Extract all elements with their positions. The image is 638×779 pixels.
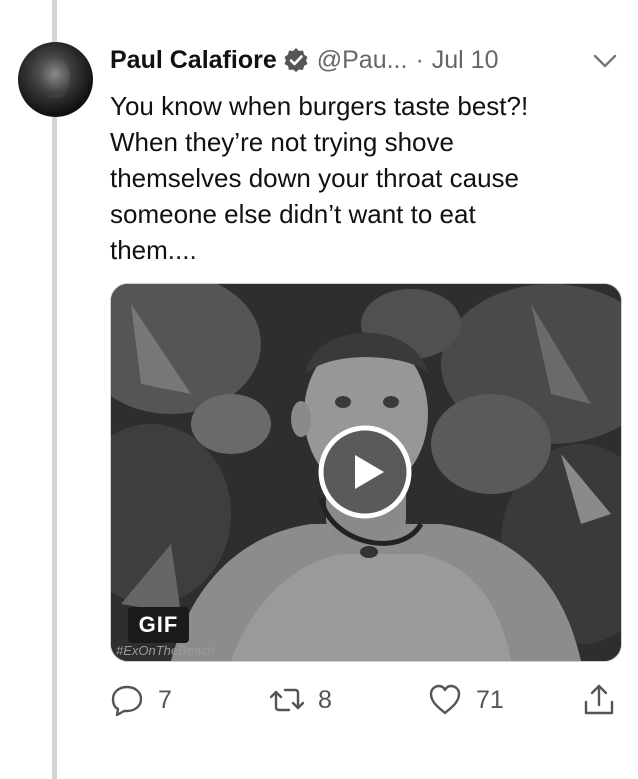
tweet-actions: 7 8 71 <box>110 680 630 720</box>
verified-badge-icon <box>284 48 308 72</box>
retweet-icon <box>270 688 304 712</box>
reply-icon <box>111 685 143 717</box>
tweet-text-line: When they’re not trying shove <box>110 127 454 157</box>
share-button[interactable] <box>582 680 616 720</box>
tweet-text: You know when burgers taste best?! When … <box>110 88 610 268</box>
tweet-text-line: You know when burgers taste best?! <box>110 91 529 121</box>
media-watermark: #ExOnTheBeach <box>116 643 216 658</box>
like-button[interactable]: 71 <box>428 680 504 720</box>
retweet-count: 8 <box>318 685 332 714</box>
author-handle[interactable]: @Pau... <box>317 46 408 75</box>
tweet-text-line: themselves down your throat cause <box>110 163 519 193</box>
tweet-text-line: them.... <box>110 235 197 265</box>
like-count: 71 <box>476 685 504 714</box>
play-icon[interactable] <box>318 425 412 519</box>
tweet-text-line: someone else didn’t want to eat <box>110 199 476 229</box>
tweet-header: Paul Calafiore @Pau... · Jul 10 <box>110 40 630 80</box>
avatar-face <box>40 58 70 98</box>
chevron-down-icon[interactable] <box>590 46 620 76</box>
tweet-date[interactable]: Jul 10 <box>432 46 499 75</box>
reply-count: 7 <box>158 685 172 714</box>
avatar[interactable] <box>18 42 93 117</box>
separator-dot: · <box>415 45 424 74</box>
share-icon <box>584 684 614 715</box>
gif-badge: GIF <box>128 607 189 643</box>
retweet-button[interactable]: 8 <box>270 680 332 720</box>
heart-icon <box>429 684 461 715</box>
reply-button[interactable]: 7 <box>110 680 172 720</box>
author-name[interactable]: Paul Calafiore <box>110 46 277 75</box>
